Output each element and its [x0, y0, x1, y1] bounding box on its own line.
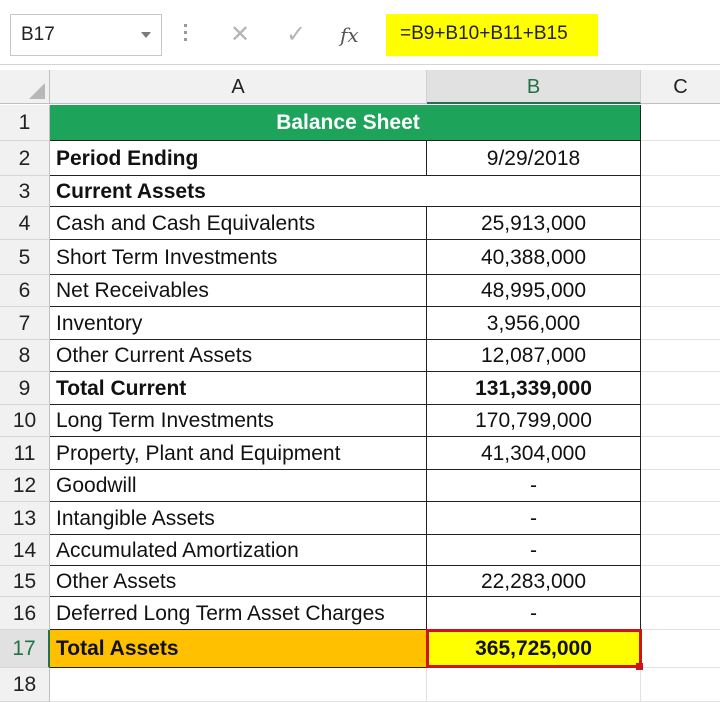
formula-input[interactable]: =B9+B10+B11+B15 — [386, 14, 598, 56]
cell-c1[interactable] — [641, 105, 720, 141]
cell-a16[interactable]: Deferred Long Term Asset Charges — [50, 597, 427, 630]
cell-a2[interactable]: Period Ending — [50, 141, 427, 176]
cell-b11[interactable]: 41,304,000 — [427, 437, 641, 470]
cell-b16[interactable]: - — [427, 597, 641, 630]
cell-a15[interactable]: Other Assets — [50, 566, 427, 597]
name-box[interactable]: B17 — [10, 14, 162, 56]
cell-c15[interactable] — [641, 566, 720, 597]
cell-c11[interactable] — [641, 437, 720, 470]
column-header-b[interactable]: B — [427, 70, 641, 104]
cell-b5[interactable]: 40,388,000 — [427, 240, 641, 275]
cell-c4[interactable] — [641, 207, 720, 240]
row-header-8[interactable]: 8 — [0, 340, 50, 372]
cell-c13[interactable] — [641, 502, 720, 535]
cell-c9[interactable] — [641, 372, 720, 405]
cell-a6[interactable]: Net Receivables — [50, 275, 427, 307]
cell-b10[interactable]: 170,799,000 — [427, 405, 641, 437]
insert-function-icon[interactable]: fx — [340, 16, 359, 54]
cell-a7[interactable]: Inventory — [50, 307, 427, 340]
cancel-icon[interactable]: ✕ — [220, 16, 260, 54]
cell-a4[interactable]: Cash and Cash Equivalents — [50, 207, 427, 240]
cell-a3[interactable]: Current Assets — [50, 176, 641, 207]
row-header-13[interactable]: 13 — [0, 502, 50, 535]
cell-c6[interactable] — [641, 275, 720, 307]
cell-c18[interactable] — [641, 668, 720, 702]
enter-check-icon[interactable]: ✓ — [276, 16, 316, 54]
row-header-18[interactable]: 18 — [0, 668, 50, 702]
cell-a13[interactable]: Intangible Assets — [50, 502, 427, 535]
cell-b9[interactable]: 131,339,000 — [427, 372, 641, 405]
cell-c14[interactable] — [641, 535, 720, 566]
cell-a5[interactable]: Short Term Investments — [50, 240, 427, 275]
cell-a17[interactable]: Total Assets — [50, 630, 427, 668]
cell-a9[interactable]: Total Current — [50, 372, 427, 405]
cell-b2[interactable]: 9/29/2018 — [427, 141, 641, 176]
row-header-12[interactable]: 12 — [0, 470, 50, 502]
row-header-10[interactable]: 10 — [0, 405, 50, 437]
cell-b13[interactable]: - — [427, 502, 641, 535]
row-header-3[interactable]: 3 — [0, 176, 50, 207]
cell-c3[interactable] — [641, 176, 720, 207]
cell-a11[interactable]: Property, Plant and Equipment — [50, 437, 427, 470]
cell-a14[interactable]: Accumulated Amortization — [50, 535, 427, 566]
cell-a18[interactable] — [50, 668, 427, 702]
formula-text: =B9+B10+B11+B15 — [400, 23, 568, 44]
grip-icon — [184, 24, 188, 46]
column-header-a[interactable]: A — [50, 70, 427, 104]
formula-input-rest[interactable] — [598, 14, 720, 56]
chevron-down-icon[interactable] — [141, 32, 151, 38]
cell-b4[interactable]: 25,913,000 — [427, 207, 641, 240]
row-header-17[interactable]: 17 — [0, 630, 50, 668]
select-all-icon — [29, 83, 45, 99]
active-cell-border — [426, 629, 642, 668]
cell-c7[interactable] — [641, 307, 720, 340]
row-header-7[interactable]: 7 — [0, 307, 50, 340]
cell-a10[interactable]: Long Term Investments — [50, 405, 427, 437]
row-header-14[interactable]: 14 — [0, 535, 50, 566]
formula-bar: B17 ✕ ✓ fx =B9+B10+B11+B15 — [0, 0, 720, 65]
column-header-c[interactable]: C — [641, 70, 720, 104]
cell-b14[interactable]: - — [427, 535, 641, 566]
row-header-1[interactable]: 1 — [0, 105, 50, 141]
cell-c12[interactable] — [641, 470, 720, 502]
row-header-4[interactable]: 4 — [0, 207, 50, 240]
cell-a1[interactable]: Balance Sheet — [50, 105, 641, 141]
row-header-5[interactable]: 5 — [0, 240, 50, 275]
cell-c10[interactable] — [641, 405, 720, 437]
name-box-value: B17 — [21, 24, 55, 45]
row-header-2[interactable]: 2 — [0, 141, 50, 176]
cell-c8[interactable] — [641, 340, 720, 372]
cell-c2[interactable] — [641, 141, 720, 176]
cell-b6[interactable]: 48,995,000 — [427, 275, 641, 307]
row-header-15[interactable]: 15 — [0, 566, 50, 597]
cell-b18[interactable] — [427, 668, 641, 702]
cell-c5[interactable] — [641, 240, 720, 275]
cell-b8[interactable]: 12,087,000 — [427, 340, 641, 372]
row-header-16[interactable]: 16 — [0, 597, 50, 630]
cell-b12[interactable]: - — [427, 470, 641, 502]
row-header-9[interactable]: 9 — [0, 372, 50, 405]
cell-a8[interactable]: Other Current Assets — [50, 340, 427, 372]
cell-c17[interactable] — [641, 630, 720, 668]
select-all-corner[interactable] — [0, 70, 50, 104]
fill-handle[interactable] — [636, 663, 643, 670]
cell-c16[interactable] — [641, 597, 720, 630]
row-header-6[interactable]: 6 — [0, 275, 50, 307]
cell-b15[interactable]: 22,283,000 — [427, 566, 641, 597]
cell-b7[interactable]: 3,956,000 — [427, 307, 641, 340]
row-header-11[interactable]: 11 — [0, 437, 50, 470]
cell-a12[interactable]: Goodwill — [50, 470, 427, 502]
